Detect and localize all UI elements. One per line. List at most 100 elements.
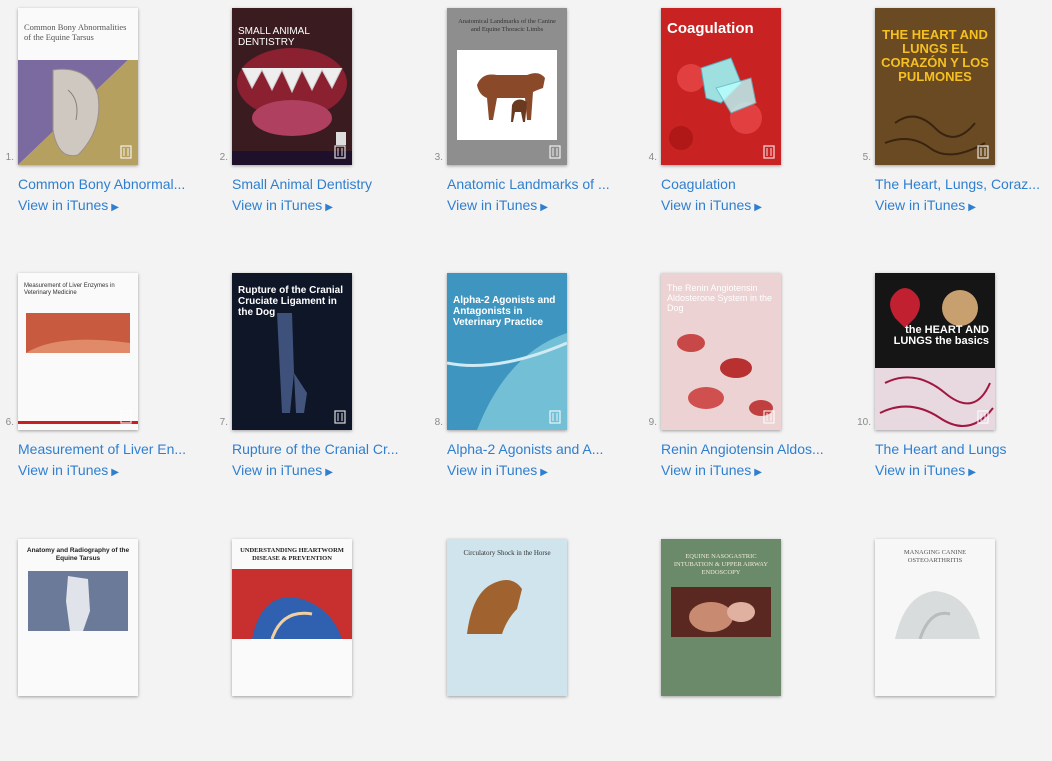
book-cover[interactable]: EQUINE NASOGASTRIC INTUBATION & UPPER AI… [661, 539, 781, 696]
chevron-right-icon: ▶ [325, 202, 333, 213]
cover-title: THE HEART AND LUNGS EL CORAZÓN Y LOS PUL… [881, 27, 989, 84]
chevron-right-icon: ▶ [754, 202, 762, 213]
book-cover[interactable]: Measurement of Liver Enzymes in Veterina… [18, 273, 138, 430]
book-cover[interactable]: The Renin Angiotensin Aldosterone System… [661, 273, 781, 430]
book-cover[interactable]: SMALL ANIMAL DENTISTRY [232, 8, 352, 165]
book-title-link[interactable]: The Heart and Lungs [875, 441, 1052, 457]
book-cover[interactable]: Alpha-2 Agonists and Antagonists in Vete… [447, 273, 567, 430]
view-in-itunes-link[interactable]: View in iTunes ▶ [875, 197, 976, 213]
book-item[interactable]: UNDERSTANDING HEARTWORM DISEASE & PREVEN… [214, 531, 414, 761]
book-item[interactable]: the HEART AND LUNGS the basics 10. The H… [857, 265, 1052, 495]
cover-title: Rupture of the Cranial Cruciate Ligament… [238, 285, 344, 318]
book-item[interactable]: Coagulation 4. Coagulation View in iTune… [643, 0, 843, 230]
cover-title: Anatomical Landmarks of the Canine and E… [458, 18, 556, 33]
book-cover[interactable]: Circulatory Shock in the Horse [447, 539, 567, 696]
view-in-itunes-link[interactable]: View in iTunes ▶ [18, 462, 119, 478]
publisher-badge-icon [549, 410, 561, 424]
book-item[interactable]: Alpha-2 Agonists and Antagonists in Vete… [429, 265, 629, 495]
chevron-right-icon: ▶ [111, 467, 119, 478]
publisher-badge-icon [977, 145, 989, 159]
book-cover[interactable]: THE HEART AND LUNGS EL CORAZÓN Y LOS PUL… [875, 8, 995, 165]
rank-number: 4. [648, 152, 657, 163]
view-in-itunes-link[interactable]: View in iTunes ▶ [18, 197, 119, 213]
book-title-link[interactable]: Anatomic Landmarks of ... [447, 176, 629, 192]
book-item[interactable]: MANAGING CANINE OSTEOARTHRITIS [857, 531, 1052, 761]
book-item[interactable]: Circulatory Shock in the Horse [429, 531, 629, 761]
cover-illustration [232, 569, 352, 639]
publisher-badge-icon [977, 410, 989, 424]
rank-number: 2. [219, 152, 228, 163]
rank-number: 8. [434, 417, 443, 428]
view-in-itunes-link[interactable]: View in iTunes ▶ [661, 197, 762, 213]
book-title-link[interactable]: Alpha-2 Agonists and A... [447, 441, 629, 457]
view-in-itunes-link[interactable]: View in iTunes ▶ [875, 462, 976, 478]
book-cover[interactable]: Rupture of the Cranial Cruciate Ligament… [232, 273, 352, 430]
book-title-link[interactable]: Rupture of the Cranial Cr... [232, 441, 414, 457]
cover-title: Common Bony Abnormalities of the Equine … [24, 22, 127, 42]
rank-number: 5. [862, 152, 871, 163]
book-item[interactable]: Anatomical Landmarks of the Canine and E… [429, 0, 629, 230]
book-cover[interactable]: the HEART AND LUNGS the basics [875, 273, 995, 430]
book-cover[interactable]: UNDERSTANDING HEARTWORM DISEASE & PREVEN… [232, 539, 352, 696]
book-item[interactable]: Anatomy and Radiography of the Equine Ta… [0, 531, 200, 761]
publisher-badge-icon [334, 410, 346, 424]
cover-illustration [895, 591, 980, 639]
chevron-right-icon: ▶ [754, 467, 762, 478]
cover-illustration [457, 50, 557, 140]
cover-title: UNDERSTANDING HEARTWORM DISEASE & PREVEN… [240, 547, 344, 562]
cover-title: The Renin Angiotensin Aldosterone System… [667, 283, 773, 313]
view-in-itunes-link[interactable]: View in iTunes ▶ [232, 462, 333, 478]
cover-title: the HEART AND LUNGS the basics [893, 324, 989, 347]
rank-number: 7. [219, 417, 228, 428]
book-cover[interactable]: Common Bony Abnormalities of the Equine … [18, 8, 138, 165]
chevron-right-icon: ▶ [325, 467, 333, 478]
cover-title: SMALL ANIMAL DENTISTRY [238, 26, 310, 48]
publisher-badge-icon [549, 145, 561, 159]
chevron-right-icon: ▶ [540, 202, 548, 213]
book-item[interactable]: EQUINE NASOGASTRIC INTUBATION & UPPER AI… [643, 531, 843, 761]
cover-title: MANAGING CANINE OSTEOARTHRITIS [903, 549, 967, 564]
book-item[interactable]: Common Bony Abnormalities of the Equine … [0, 0, 200, 230]
book-title-link[interactable]: Small Animal Dentistry [232, 176, 414, 192]
book-title-link[interactable]: Measurement of Liver En... [18, 441, 200, 457]
chevron-right-icon: ▶ [968, 467, 976, 478]
view-in-itunes-link[interactable]: View in iTunes ▶ [661, 462, 762, 478]
cover-title: Circulatory Shock in the Horse [463, 549, 551, 557]
rank-number: 9. [648, 417, 657, 428]
publisher-badge-icon [334, 145, 346, 159]
view-in-itunes-link[interactable]: View in iTunes ▶ [447, 197, 548, 213]
chevron-right-icon: ▶ [968, 202, 976, 213]
cover-title: Alpha-2 Agonists and Antagonists in Vete… [453, 295, 556, 328]
rank-number: 1. [5, 152, 14, 163]
rank-number: 3. [434, 152, 443, 163]
rank-number: 10. [857, 417, 871, 428]
book-cover[interactable]: MANAGING CANINE OSTEOARTHRITIS [875, 539, 995, 696]
cover-illustration [875, 273, 995, 430]
book-title-link[interactable]: The Heart, Lungs, Coraz... [875, 176, 1052, 192]
publisher-badge-icon [120, 145, 132, 159]
book-cover[interactable]: Anatomy and Radiography of the Equine Ta… [18, 539, 138, 696]
chevron-right-icon: ▶ [111, 202, 119, 213]
cover-illustration [671, 587, 771, 637]
book-title-link[interactable]: Coagulation [661, 176, 843, 192]
publisher-badge-icon [763, 145, 775, 159]
book-title-link[interactable]: Common Bony Abnormal... [18, 176, 200, 192]
chevron-right-icon: ▶ [540, 467, 548, 478]
view-in-itunes-link[interactable]: View in iTunes ▶ [232, 197, 333, 213]
publisher-badge-icon [763, 410, 775, 424]
view-in-itunes-link[interactable]: View in iTunes ▶ [447, 462, 548, 478]
cover-title: Coagulation [667, 20, 754, 37]
book-item[interactable]: The Renin Angiotensin Aldosterone System… [643, 265, 843, 495]
cover-title: EQUINE NASOGASTRIC INTUBATION & UPPER AI… [673, 553, 769, 576]
cover-illustration [28, 571, 128, 631]
publisher-badge-icon [120, 410, 132, 424]
book-item[interactable]: Rupture of the Cranial Cruciate Ligament… [214, 265, 414, 495]
cover-title: Anatomy and Radiography of the Equine Ta… [26, 547, 130, 562]
book-cover[interactable]: Coagulation [661, 8, 781, 165]
cover-title: Measurement of Liver Enzymes in Veterina… [24, 283, 115, 296]
book-cover[interactable]: Anatomical Landmarks of the Canine and E… [447, 8, 567, 165]
book-item[interactable]: THE HEART AND LUNGS EL CORAZÓN Y LOS PUL… [857, 0, 1052, 230]
book-title-link[interactable]: Renin Angiotensin Aldos... [661, 441, 843, 457]
book-item[interactable]: SMALL ANIMAL DENTISTRY 2. Small Animal D… [214, 0, 414, 230]
book-item[interactable]: Measurement of Liver Enzymes in Veterina… [0, 265, 200, 495]
